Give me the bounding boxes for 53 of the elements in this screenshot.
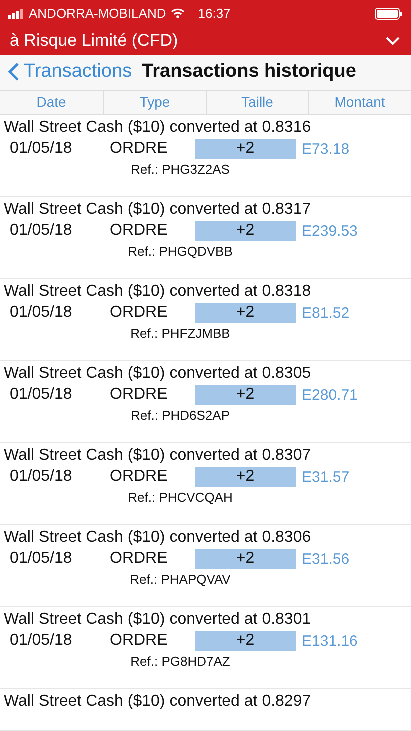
- amount-link[interactable]: E280.71: [296, 386, 411, 404]
- amount-link[interactable]: E239.53: [296, 222, 411, 240]
- size-cell: +2: [195, 467, 296, 487]
- transaction-title: Wall Street Cash ($10) converted at 0.8307: [4, 447, 312, 465]
- type-cell-text: ORDRE: [110, 304, 169, 322]
- date-cell-text: 01/05/18: [10, 304, 74, 322]
- date-cell-text: 01/05/18: [10, 222, 74, 240]
- date-cell-text: 01/05/18: [10, 140, 74, 158]
- size-cell: +2: [195, 385, 296, 405]
- transaction-title: Wall Street Cash ($10) converted at 0.8297: [4, 693, 312, 711]
- signal-icon: [8, 8, 24, 18]
- amount-link[interactable]: E131.16: [296, 632, 411, 650]
- reference-text: Ref.: PHG3Z2AS: [130, 162, 231, 177]
- type-cell-text: ORDRE: [110, 222, 169, 240]
- size-cell: +2: [195, 139, 296, 159]
- date-cell-text: 01/05/18: [10, 468, 74, 486]
- size-cell: +2: [195, 303, 296, 323]
- chevron-left-icon[interactable]: [8, 62, 20, 82]
- account-title: à Risque Limité (CFD): [10, 31, 178, 51]
- reference-text: Ref.: PHAPQVAV: [129, 572, 232, 587]
- reference-text: Ref.: PHCVCQAH: [127, 490, 234, 505]
- reference-text: Ref.: PG8HD7AZ: [130, 654, 232, 669]
- reference-text: Ref.: PHD6S2AP: [130, 408, 231, 423]
- page-title: Transactions historique: [142, 61, 356, 84]
- status-time: 16:37: [198, 6, 231, 21]
- carrier-name: ANDORRA-MOBILAND: [29, 6, 166, 21]
- amount-link[interactable]: E31.57: [296, 468, 411, 486]
- date-cell-text: 01/05/18: [10, 386, 74, 404]
- chevron-down-icon[interactable]: [385, 36, 401, 46]
- transaction-title: Wall Street Cash ($10) converted at 0.8316: [4, 119, 312, 137]
- amount-link[interactable]: E81.52: [296, 304, 411, 322]
- date-cell-text: 01/05/18: [10, 550, 74, 568]
- reference-text: Ref.: PHGQDVBB: [127, 244, 234, 259]
- transaction-title: Wall Street Cash ($10) converted at 0.8305: [4, 365, 312, 383]
- date-cell-text: 01/05/18: [10, 632, 74, 650]
- back-link[interactable]: Transactions: [8, 61, 132, 84]
- size-cell: +2: [195, 631, 296, 651]
- size-cell: +2: [195, 549, 296, 569]
- transaction-title: Wall Street Cash ($10) converted at 0.8318: [4, 283, 312, 301]
- transaction-title: Wall Street Cash ($10) converted at 0.8301: [4, 611, 312, 629]
- type-cell-text: ORDRE: [110, 632, 169, 650]
- battery-icon: [375, 8, 403, 20]
- type-cell-text: ORDRE: [110, 468, 169, 486]
- type-cell-text: ORDRE: [110, 386, 169, 404]
- amount-link[interactable]: E31.56: [296, 550, 411, 568]
- type-cell-text: ORDRE: [110, 550, 169, 568]
- size-cell: +2: [195, 221, 296, 241]
- wifi-icon: [171, 8, 186, 19]
- amount-link[interactable]: E73.18: [296, 140, 411, 158]
- reference-text: Ref.: PHFZJMBB: [130, 326, 232, 341]
- transaction-title: Wall Street Cash ($10) converted at 0.8306: [4, 529, 312, 547]
- type-cell-text: ORDRE: [110, 140, 169, 158]
- transaction-title: Wall Street Cash ($10) converted at 0.8317: [4, 201, 312, 219]
